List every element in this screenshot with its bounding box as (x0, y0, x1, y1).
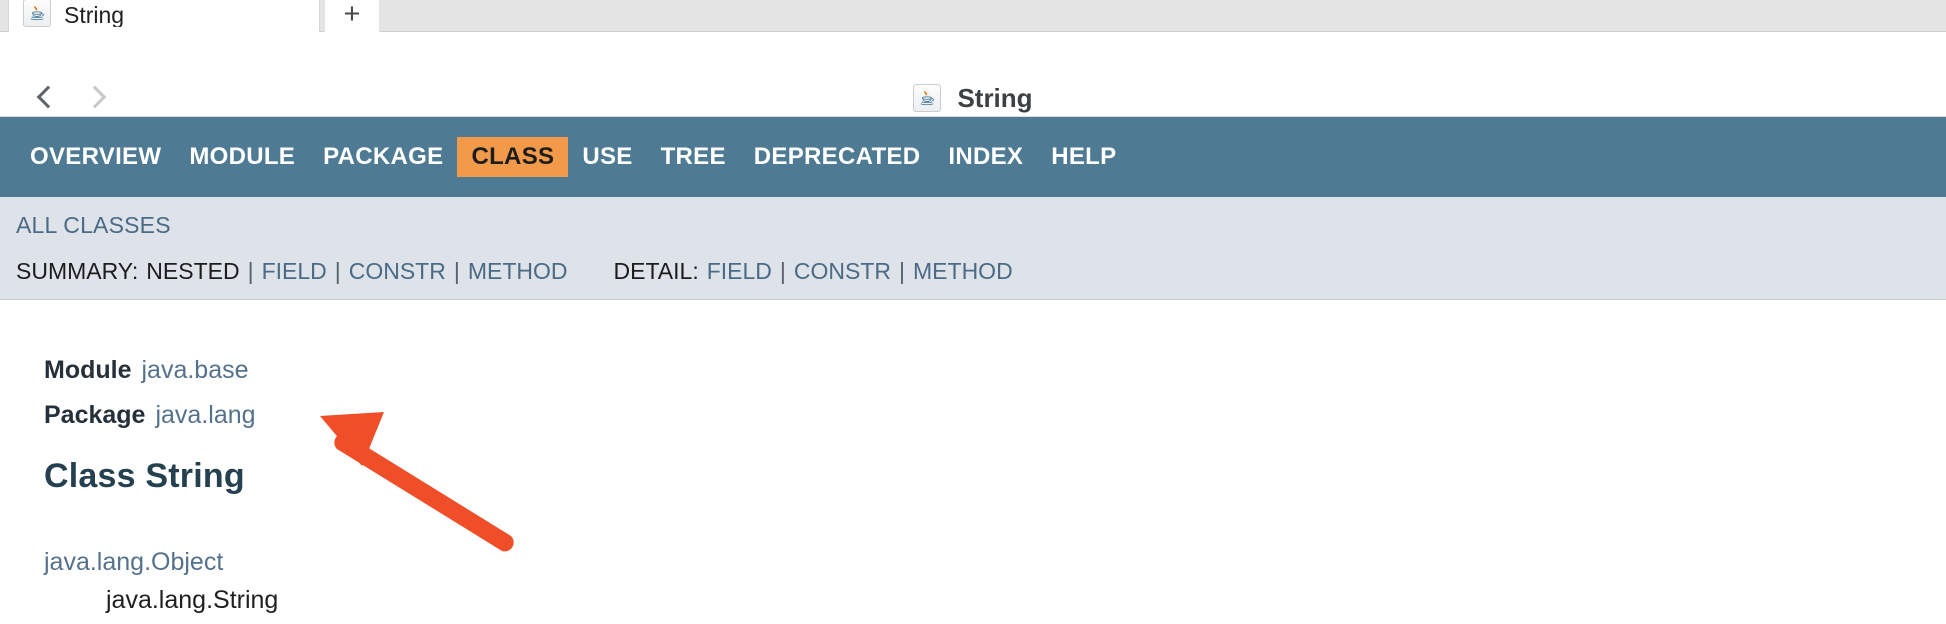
all-classes-link[interactable]: ALL CLASSES (16, 212, 171, 239)
summary-method-link[interactable]: METHOD (468, 258, 568, 285)
nav-item-use[interactable]: USE (568, 137, 646, 177)
nav-item-help[interactable]: HELP (1037, 137, 1130, 177)
nav-item-index[interactable]: INDEX (934, 137, 1037, 177)
module-line: Module java.base (44, 348, 1946, 393)
tab-strip: String + (0, 0, 1946, 32)
detail-field-link[interactable]: FIELD (707, 258, 772, 285)
summary-detail-bar: SUMMARY: NESTED | FIELD | CONSTR | METHO… (16, 258, 1013, 285)
class-heading: Class String (44, 457, 245, 495)
new-tab-button[interactable]: + (324, 0, 380, 32)
page-title-text: String (957, 83, 1033, 113)
separator: | (779, 258, 786, 284)
separator: | (247, 258, 254, 284)
summary-label: SUMMARY: (16, 258, 139, 284)
browser-tab-string[interactable]: String (8, 0, 320, 32)
javadoc-top-navbar: OVERVIEW MODULE PACKAGE CLASS USE TREE D… (0, 117, 1946, 197)
summary-field-link[interactable]: FIELD (262, 258, 327, 285)
inheritance-tree: java.lang.Object java.lang.String (44, 543, 1946, 619)
javadoc-sub-navbar: ALL CLASSES SUMMARY: NESTED | FIELD | CO… (0, 197, 1946, 299)
superclass-link[interactable]: java.lang.Object (44, 548, 223, 576)
separator: | (899, 258, 906, 284)
detail-constr-link[interactable]: CONSTR (794, 258, 891, 285)
nav-item-tree[interactable]: TREE (647, 137, 740, 177)
browser-window: String + String OVERVIEW MODULE PACKAGE … (0, 0, 1946, 624)
browser-toolbar: String (0, 32, 1946, 117)
java-coffee-cup-icon (23, 0, 51, 27)
page-title: String (0, 84, 1946, 112)
separator: | (334, 258, 341, 284)
module-link[interactable]: java.base (132, 356, 249, 384)
package-line: Package java.lang (44, 393, 1946, 438)
nav-item-deprecated[interactable]: DEPRECATED (740, 137, 935, 177)
separator: | (453, 258, 460, 284)
nav-item-overview[interactable]: OVERVIEW (16, 137, 175, 177)
nav-item-module[interactable]: MODULE (175, 137, 309, 177)
detail-method-link[interactable]: METHOD (913, 258, 1013, 285)
tab-title: String (64, 4, 125, 27)
main-content: Module java.base Package java.lang Class S… (0, 299, 1946, 624)
detail-label: DETAIL: (613, 258, 699, 284)
java-coffee-cup-icon (913, 84, 942, 112)
nav-item-package[interactable]: PACKAGE (309, 137, 457, 177)
nav-item-class[interactable]: CLASS (457, 137, 569, 177)
package-label: Package (44, 401, 146, 429)
module-label: Module (44, 356, 132, 384)
package-link[interactable]: java.lang (145, 401, 255, 429)
summary-nested: NESTED (146, 258, 240, 284)
plus-icon: + (343, 0, 361, 31)
summary-constr-link[interactable]: CONSTR (349, 258, 446, 285)
current-class: java.lang.String (106, 586, 279, 615)
